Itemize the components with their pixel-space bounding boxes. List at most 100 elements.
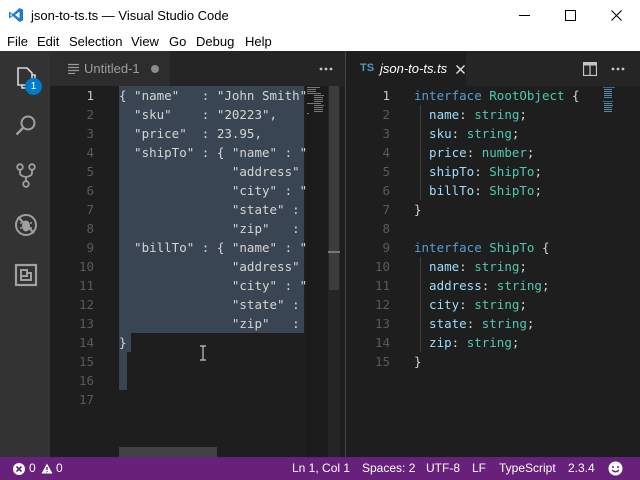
line-number: 16 <box>78 373 94 388</box>
unsaved-dot-icon[interactable] <box>151 65 159 73</box>
source-control-icon <box>16 163 36 188</box>
menu-go[interactable]: Go <box>169 34 186 49</box>
more-actions-icon[interactable] <box>610 61 626 82</box>
menu-help[interactable]: Help <box>245 34 272 49</box>
code-token: interface <box>414 88 490 103</box>
json-code[interactable]: { "name" : "John Smith", "sku" : "20223"… <box>119 86 315 409</box>
code-token: ; <box>519 259 527 274</box>
code-token: string <box>466 335 512 350</box>
menu-selection[interactable]: Selection <box>69 34 122 49</box>
code-token: : <box>451 335 467 350</box>
lines-file-icon <box>68 63 79 74</box>
code-token: state <box>414 316 467 331</box>
maximize-button[interactable] <box>548 0 594 31</box>
code-token: ; <box>526 316 535 331</box>
close-tab-icon[interactable] <box>456 65 465 74</box>
indentation[interactable]: Spaces: 2 <box>362 461 415 475</box>
encoding[interactable]: UTF-8 <box>426 461 460 475</box>
explorer-button[interactable]: 1 <box>0 53 50 101</box>
window-title: json-to-ts.ts — Visual Studio Code <box>31 8 229 23</box>
warning-icon[interactable] <box>41 463 53 474</box>
line-number: 4 <box>86 145 94 160</box>
code-token: billTo <box>414 183 475 198</box>
split-editor-icon[interactable] <box>583 62 597 76</box>
source-control-button[interactable] <box>0 150 50 198</box>
line-ending[interactable]: LF <box>472 461 486 475</box>
code-token: { <box>534 240 550 255</box>
tab-label: Untitled-1 <box>84 61 140 76</box>
line-number: 7 <box>382 202 390 217</box>
code-token: ; <box>511 335 520 350</box>
minimize-button[interactable] <box>502 0 548 31</box>
title-bar: json-to-ts.ts — Visual Studio Code <box>0 0 640 31</box>
code-token: : <box>459 297 475 312</box>
code-token: : <box>474 164 490 179</box>
code-line: city: string; <box>414 295 580 314</box>
line-number: 9 <box>86 240 94 255</box>
vscode-logo-icon <box>9 8 23 22</box>
line-number: 15 <box>78 354 94 369</box>
code-token: ShipTo <box>489 240 535 255</box>
line-number: 1 <box>382 88 390 103</box>
menu-edit[interactable]: Edit <box>37 34 59 49</box>
error-icon[interactable] <box>13 463 25 475</box>
code-line: billTo: ShipTo; <box>414 181 580 200</box>
minimap-lines-icon <box>603 87 615 112</box>
minimap[interactable] <box>306 86 328 457</box>
feedback-smiley-icon[interactable] <box>608 461 623 476</box>
typescript-code[interactable]: interface RootObject { name: string; sku… <box>414 86 580 371</box>
code-line: interface ShipTo { <box>414 238 580 257</box>
left-editor[interactable]: 1 2 3 4 5 6 7 8 9 10 11 12 13 14 15 16 17 { "name" : "Jo… <box>50 86 345 457</box>
code-line: "city" : " <box>119 183 308 198</box>
code-token: : <box>466 145 482 160</box>
tab-json-to-ts[interactable]: TS json-to-ts.ts <box>346 51 466 86</box>
language-mode[interactable]: TypeScript <box>499 461 556 475</box>
line-number: 12 <box>78 297 94 312</box>
code-token: string <box>474 297 520 312</box>
line-number: 2 <box>86 107 94 122</box>
code-token: price <box>414 145 467 160</box>
vertical-scrollbar[interactable] <box>328 86 340 457</box>
cursor-position[interactable]: Ln 1, Col 1 <box>292 461 350 475</box>
code-token: : <box>474 183 490 198</box>
tab-untitled-1[interactable]: Untitled-1 <box>50 51 170 86</box>
maximize-icon <box>565 10 576 21</box>
typescript-file-icon: TS <box>360 62 375 74</box>
line-number: 11 <box>374 278 390 293</box>
horizontal-scrollbar-thumb[interactable] <box>119 447 217 457</box>
search-button[interactable] <box>0 101 50 149</box>
scrollbar-thumb[interactable] <box>329 86 339 290</box>
close-window-button[interactable] <box>594 0 640 31</box>
indent-guide <box>420 257 421 352</box>
menu-view[interactable]: View <box>131 34 159 49</box>
code-line: interface RootObject { <box>414 86 580 105</box>
line-number: 1 <box>86 88 94 103</box>
line-number: 6 <box>382 183 390 198</box>
code-line: } <box>414 200 580 219</box>
line-number: 13 <box>374 316 390 331</box>
extensions-icon <box>14 263 38 287</box>
line-number: 3 <box>382 126 390 141</box>
menu-debug[interactable]: Debug <box>196 34 234 49</box>
minimap[interactable] <box>602 86 624 116</box>
line-number: 10 <box>374 259 390 274</box>
menu-bar: File Edit Selection View Go Debug Help <box>0 31 640 51</box>
extensions-button[interactable] <box>0 250 50 298</box>
error-count[interactable]: 0 <box>29 461 36 475</box>
code-token: string <box>474 107 520 122</box>
warning-count[interactable]: 0 <box>56 461 63 475</box>
tab-label: json-to-ts.ts <box>380 61 448 76</box>
right-editor[interactable]: 1 2 3 4 5 6 7 8 9 10 11 12 13 14 15 interface RootObje… <box>346 86 640 457</box>
more-actions-icon[interactable] <box>318 61 334 82</box>
typescript-version[interactable]: 2.3.4 <box>568 461 595 475</box>
left-tab-bar: Untitled-1 <box>50 51 345 86</box>
menu-file[interactable]: File <box>7 34 28 49</box>
code-token: ; <box>511 126 520 141</box>
code-token: { <box>564 88 580 103</box>
line-number: 9 <box>382 240 390 255</box>
code-token: ; <box>519 107 527 122</box>
line-number: 7 <box>86 202 94 217</box>
debug-button[interactable] <box>0 200 50 248</box>
